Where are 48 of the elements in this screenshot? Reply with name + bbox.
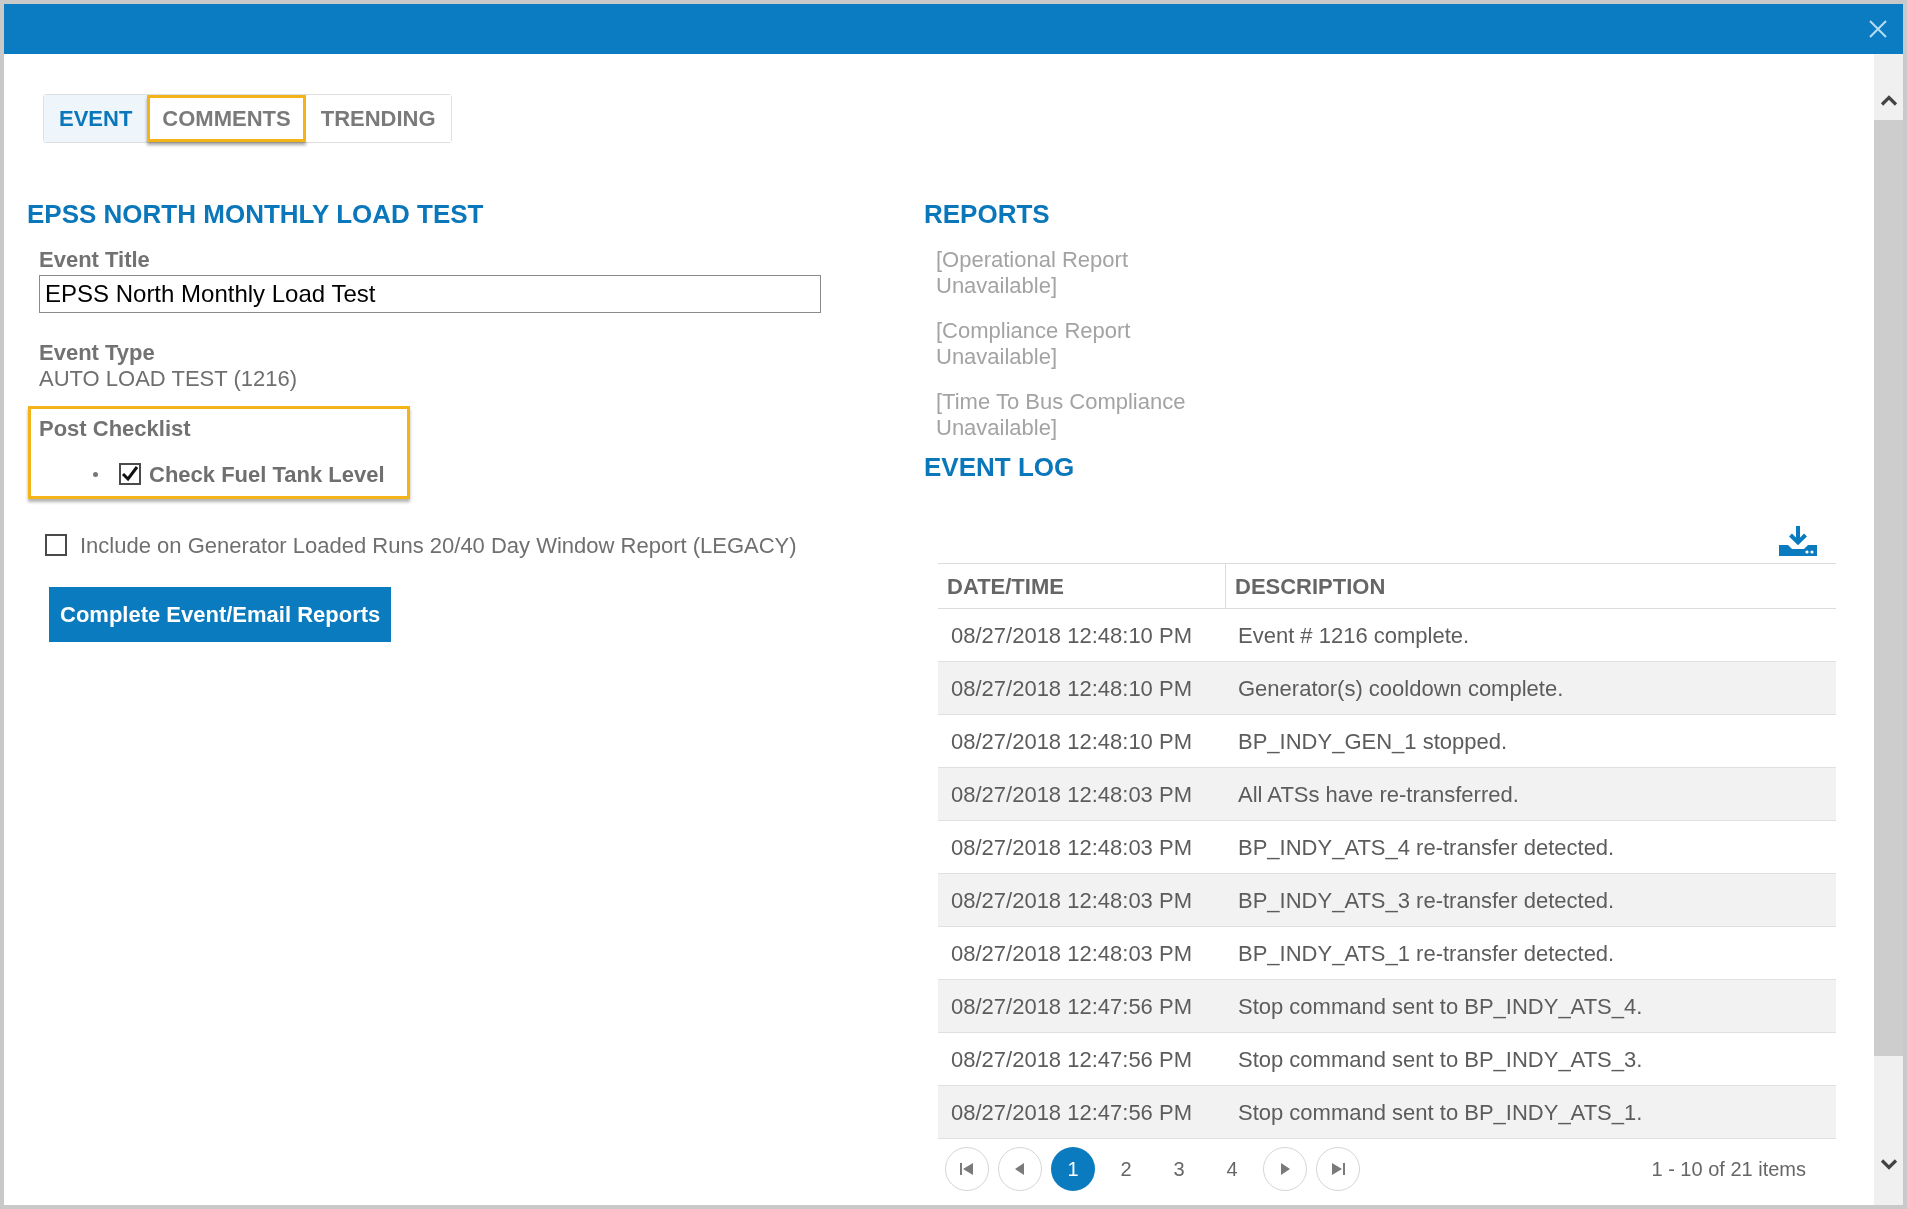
table-cell: 08/27/2018 12:47:56 PM [938, 1086, 1226, 1139]
table-cell: Stop command sent to BP_INDY_ATS_4. [1226, 980, 1836, 1033]
next-page-button[interactable] [1263, 1147, 1307, 1191]
table-cell: 08/27/2018 12:48:03 PM [938, 768, 1226, 821]
table-cell: 08/27/2018 12:47:56 PM [938, 980, 1226, 1033]
report-status: [Operational Report Unavailable] [936, 247, 1129, 299]
tab[interactable]: COMMENTS [147, 95, 306, 142]
close-icon [1869, 20, 1887, 38]
download-icon [1778, 525, 1818, 557]
checkbox[interactable] [119, 463, 141, 485]
field-label: Post Checklist [39, 416, 192, 442]
chevron-down-icon [1879, 1159, 1898, 1170]
table-cell: Generator(s) cooldown complete. [1226, 662, 1836, 715]
next-page-icon [1278, 1163, 1292, 1175]
column-header: DATE/TIME [938, 564, 1226, 608]
table-cell: BP_INDY_ATS_3 re-transfer detected. [1226, 874, 1836, 927]
scrollbar-thumb[interactable] [1874, 120, 1903, 1056]
chevron-up-icon [1879, 95, 1898, 106]
table-cell: Stop command sent to BP_INDY_ATS_1. [1226, 1086, 1836, 1139]
first-page-button[interactable] [945, 1147, 989, 1191]
table-cell: 08/27/2018 12:48:10 PM [938, 662, 1226, 715]
report-status: [Time To Bus Compliance Unavailable] [936, 389, 1187, 441]
table-cell: All ATSs have re-transferred. [1226, 768, 1836, 821]
field-label: Event Title [39, 247, 150, 273]
checkbox-label: Check Fuel Tank Level [149, 460, 385, 489]
checkbox-label: Include on Generator Loaded Runs 20/40 Day Window Report (LEGACY) [80, 531, 797, 560]
last-page-icon [1331, 1163, 1345, 1175]
complete-button[interactable]: Complete Event/Email Reports [49, 587, 392, 642]
first-page-icon [960, 1163, 974, 1175]
checkbox[interactable] [45, 534, 67, 556]
download-button[interactable] [1778, 525, 1818, 557]
event-title-field[interactable]: EPSS North Monthly Load Test [39, 275, 821, 313]
section-heading: REPORTS [924, 199, 1050, 229]
previous-page-button[interactable] [998, 1147, 1042, 1191]
table-cell: 08/27/2018 12:48:03 PM [938, 874, 1226, 927]
last-page-button[interactable] [1316, 1147, 1360, 1191]
field-value: AUTO LOAD TEST (1216) [39, 366, 297, 392]
column-header: DESCRIPTION [1234, 572, 1387, 601]
section-heading: EPSS NORTH MONTHLY LOAD TEST [27, 199, 484, 229]
report-status: [Compliance Report Unavailable] [936, 318, 1132, 370]
section-heading: EVENT LOG [924, 452, 1075, 482]
pager-summary: 1 - 10 of 21 items [1651, 1157, 1806, 1182]
page-button[interactable]: 1 [1051, 1147, 1095, 1191]
close-button[interactable] [1868, 19, 1888, 39]
previous-page-icon [1013, 1163, 1027, 1175]
field-label: Event Type [39, 340, 155, 366]
tab[interactable]: EVENT [44, 95, 148, 142]
bullet-icon [93, 471, 98, 477]
